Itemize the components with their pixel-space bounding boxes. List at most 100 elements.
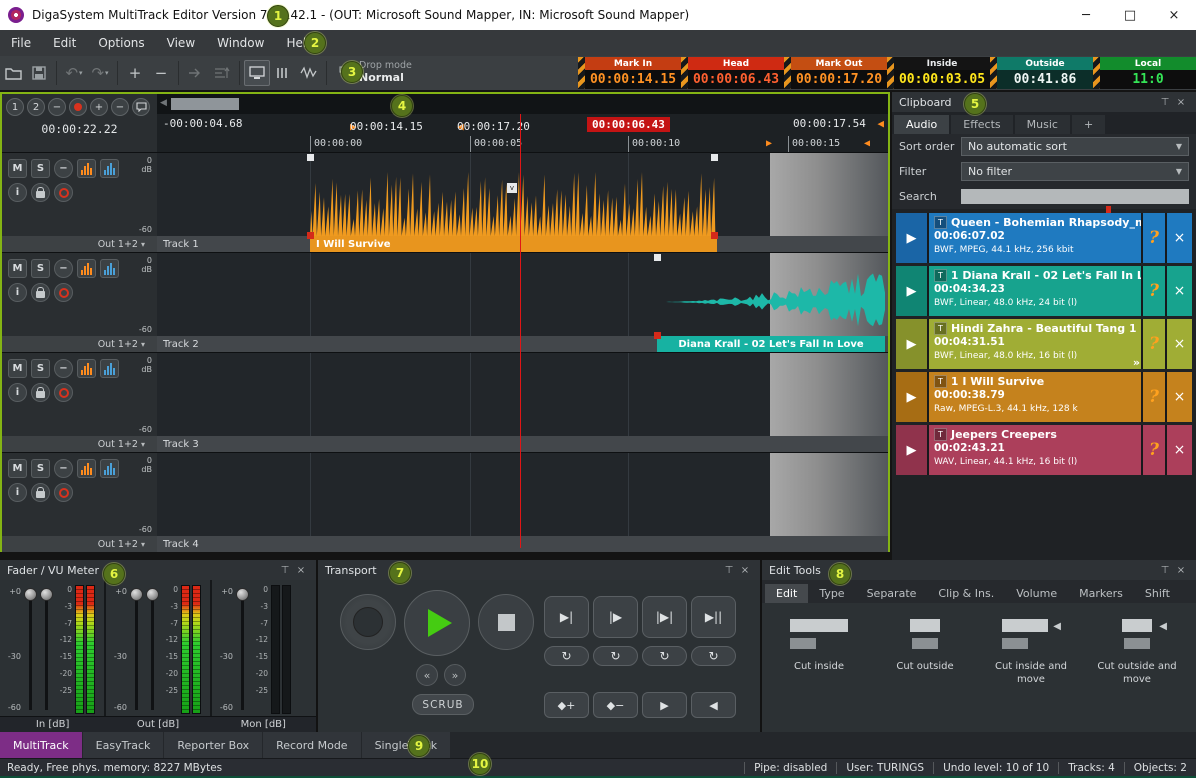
- play-item-button[interactable]: ▶: [896, 213, 929, 263]
- cut-inside-move-button[interactable]: ◀ Cut inside and move: [980, 611, 1082, 724]
- more-chevrons-icon[interactable]: »: [1133, 356, 1140, 369]
- close-icon[interactable]: ×: [1173, 565, 1189, 576]
- nudge-forward-button[interactable]: »: [444, 664, 466, 686]
- waveform-icon[interactable]: [296, 60, 322, 86]
- clipboard-item[interactable]: ▶ T1Diana Krall - 02 Let's Fall In Lo 00…: [896, 266, 1192, 316]
- play-item-button[interactable]: ▶: [896, 319, 929, 369]
- fader-knob[interactable]: [236, 588, 249, 601]
- ripple-insert-icon[interactable]: [209, 60, 235, 86]
- item-info-icon[interactable]: ?: [1141, 213, 1165, 263]
- timeline-scrollbar-thumb[interactable]: [171, 98, 239, 110]
- menu-edit[interactable]: Edit: [42, 36, 87, 50]
- comment-bubble-button[interactable]: [132, 98, 150, 116]
- loop-end-marker-icon[interactable]: ◀: [864, 138, 870, 149]
- channels-icon[interactable]: [270, 60, 296, 86]
- clip-label[interactable]: I Will Survive: [310, 236, 717, 252]
- clipboard-item[interactable]: ▶ THindi Zahra - Beautiful Tang1 00:04:3…: [896, 319, 1192, 369]
- next-marker-button[interactable]: ▶: [642, 692, 687, 718]
- add-marker-button[interactable]: ◆+: [544, 692, 589, 718]
- close-button[interactable]: ×: [1152, 0, 1196, 30]
- monitor-toggle-icon[interactable]: [244, 60, 270, 86]
- track-2-waveform[interactable]: [657, 264, 885, 336]
- clip-edge-marker-icon[interactable]: [307, 232, 314, 239]
- timeline-ruler[interactable]: 00:00:00 00:00:05 00:00:10 00:00:15 ▶ ◀: [157, 136, 888, 152]
- item-body[interactable]: TJeepers Creepers 00:02:43.21 WAV, Linea…: [929, 425, 1141, 475]
- timeline-scrollbar[interactable]: ◀: [157, 94, 888, 114]
- menu-file[interactable]: File: [0, 36, 42, 50]
- collapse-track-button[interactable]: −: [54, 159, 73, 178]
- record-arm-button[interactable]: [54, 483, 73, 502]
- stop-button[interactable]: [478, 594, 534, 650]
- collapse-track-button[interactable]: −: [54, 459, 73, 478]
- tab-effects[interactable]: Effects: [951, 115, 1012, 134]
- clipboard-item[interactable]: ▶ TJeepers Creepers 00:02:43.21 WAV, Lin…: [896, 425, 1192, 475]
- output-select[interactable]: Out 1+2▾: [2, 536, 157, 552]
- info-button[interactable]: i: [8, 483, 27, 502]
- clip-edge-marker-icon[interactable]: [711, 232, 718, 239]
- project-end-marker-icon[interactable]: ▶: [766, 138, 772, 149]
- nudge-back-button[interactable]: «: [416, 664, 438, 686]
- mute-button[interactable]: M: [8, 359, 27, 378]
- sort-order-select[interactable]: No automatic sort▼: [961, 137, 1189, 156]
- play-from-mark-button[interactable]: |▶: [593, 596, 638, 638]
- tab-record-mode[interactable]: Record Mode: [263, 732, 360, 758]
- item-remove-button[interactable]: ×: [1165, 213, 1192, 263]
- lock-button[interactable]: [31, 283, 50, 302]
- pin-icon[interactable]: ⊤: [721, 565, 737, 576]
- meter-orange-button[interactable]: [77, 359, 96, 378]
- lock-button[interactable]: [31, 183, 50, 202]
- undo-button[interactable]: ↶▾: [61, 60, 87, 86]
- play-to-mark-button[interactable]: ▶|: [544, 596, 589, 638]
- info-button[interactable]: i: [8, 383, 27, 402]
- meter-orange-button[interactable]: [77, 459, 96, 478]
- record-indicator-button[interactable]: [69, 98, 87, 116]
- item-info-icon[interactable]: ?: [1141, 319, 1165, 369]
- scroll-left-icon[interactable]: ◀: [160, 98, 167, 108]
- fader-slider[interactable]: [130, 585, 144, 714]
- item-remove-button[interactable]: ×: [1165, 319, 1192, 369]
- zoom-in-button[interactable]: +: [90, 98, 108, 116]
- play-item-button[interactable]: ▶: [896, 372, 929, 422]
- clip-edge-marker-icon[interactable]: [654, 332, 661, 339]
- cut-outside-button[interactable]: Cut outside: [874, 611, 976, 724]
- track-2-lane[interactable]: Track 2 Diana Krall - 02 Let's Fall In L…: [157, 253, 888, 352]
- meter-blue-button[interactable]: [100, 359, 119, 378]
- tab-edit[interactable]: Edit: [765, 584, 808, 603]
- snap-icon[interactable]: [183, 60, 209, 86]
- tab-separate[interactable]: Separate: [856, 584, 928, 603]
- clip-label[interactable]: Diana Krall - 02 Let's Fall In Love: [657, 336, 885, 352]
- tab-shift[interactable]: Shift: [1134, 584, 1181, 603]
- item-body[interactable]: TQueen - Bohemian Rhapsody_mp 00:06:07.0…: [929, 213, 1141, 263]
- fader-slider[interactable]: [146, 585, 160, 714]
- menu-view[interactable]: View: [156, 36, 206, 50]
- save-icon[interactable]: [26, 60, 52, 86]
- remove-marker-button[interactable]: ◆−: [593, 692, 638, 718]
- loop-button[interactable]: ↻: [544, 646, 589, 666]
- item-body[interactable]: T1I Will Survive 00:00:38.79 Raw, MPEG-L…: [929, 372, 1141, 422]
- fader-knob[interactable]: [130, 588, 143, 601]
- mute-button[interactable]: M: [8, 459, 27, 478]
- fader-slider[interactable]: [236, 585, 250, 714]
- clip-handle-icon[interactable]: [307, 154, 314, 161]
- info-button[interactable]: i: [8, 183, 27, 202]
- track-1-waveform[interactable]: [310, 168, 717, 236]
- close-icon[interactable]: ×: [293, 565, 309, 576]
- search-input[interactable]: [961, 189, 1189, 204]
- maximize-button[interactable]: □: [1108, 0, 1152, 30]
- track-1-lane[interactable]: v Track 1 I Will Survive: [157, 153, 888, 252]
- meter-blue-button[interactable]: [100, 159, 119, 178]
- item-remove-button[interactable]: ×: [1165, 266, 1192, 316]
- mute-button[interactable]: M: [8, 159, 27, 178]
- play-button[interactable]: [404, 590, 470, 656]
- meter-blue-button[interactable]: [100, 259, 119, 278]
- redo-button[interactable]: ↷▾: [87, 60, 113, 86]
- pin-icon[interactable]: ⊤: [1157, 565, 1173, 576]
- record-arm-button[interactable]: [54, 383, 73, 402]
- clip-handle-icon[interactable]: [654, 254, 661, 261]
- clipboard-item[interactable]: ▶ TQueen - Bohemian Rhapsody_mp 00:06:07…: [896, 213, 1192, 263]
- fader-knob[interactable]: [146, 588, 159, 601]
- mute-button[interactable]: M: [8, 259, 27, 278]
- play-item-button[interactable]: ▶: [896, 266, 929, 316]
- collapse-track-button[interactable]: −: [54, 259, 73, 278]
- collapse-track-button[interactable]: −: [54, 359, 73, 378]
